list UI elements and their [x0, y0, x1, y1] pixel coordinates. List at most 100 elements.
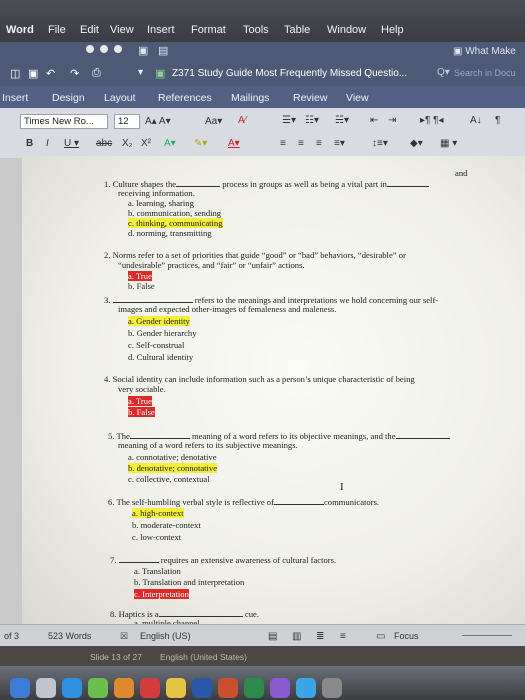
focus-icon[interactable]: ▭: [376, 631, 385, 642]
outdent-icon[interactable]: ⇤: [370, 115, 378, 126]
shading-icon[interactable]: ◆▾: [410, 138, 423, 149]
tab-view[interactable]: View: [346, 92, 369, 104]
undo-icon[interactable]: ↶: [46, 67, 55, 80]
align-right-icon[interactable]: ≡: [316, 138, 322, 149]
top-fragment: and: [455, 168, 468, 178]
text-effects-icon[interactable]: A▾: [164, 138, 176, 149]
zoom-window-button[interactable]: [114, 45, 122, 53]
font-grow-icon[interactable]: A▴ A▾: [145, 116, 171, 127]
tell-me-search[interactable]: ▣ What Make: [453, 46, 516, 57]
answer-option: c. Self-construal: [128, 340, 185, 350]
redo-icon[interactable]: ↷: [70, 67, 79, 80]
multilevel-list-icon[interactable]: ☵▾: [335, 115, 349, 126]
align-center-icon[interactable]: ≡: [298, 138, 304, 149]
underline-button[interactable]: U ▾: [64, 138, 79, 149]
italic-button[interactable]: I: [46, 138, 49, 149]
powerpoint-dock-icon[interactable]: [218, 678, 238, 698]
line-spacing-icon[interactable]: ↕≡▾: [372, 138, 388, 149]
zoom-slider[interactable]: [462, 635, 512, 636]
answer-option: d. norming, transmitting: [128, 228, 212, 238]
language-indicator[interactable]: English (US): [140, 631, 191, 641]
app-store-icon[interactable]: [296, 678, 316, 698]
font-color-icon[interactable]: A▾: [228, 138, 240, 149]
finder-icon[interactable]: [10, 678, 30, 698]
print-layout-icon[interactable]: ▤: [268, 631, 277, 642]
question-number: 5.: [108, 431, 115, 441]
proofing-icon[interactable]: ☒: [120, 631, 128, 642]
question-number: 6.: [108, 497, 115, 507]
paragraph-direction-icon[interactable]: ▸¶ ¶◂: [420, 115, 444, 126]
indent-icon[interactable]: ⇥: [388, 115, 396, 126]
app-menu-word[interactable]: Word: [6, 24, 34, 36]
document-page[interactable]: and 1. Culture shapes the process in gro…: [22, 156, 525, 628]
tab-mailings[interactable]: Mailings: [231, 92, 270, 104]
bold-button[interactable]: B: [26, 138, 33, 149]
document-icon: ▣: [155, 68, 166, 80]
show-formatting-icon[interactable]: ¶: [495, 115, 500, 126]
tab-layout[interactable]: Layout: [104, 92, 136, 104]
menu-edit[interactable]: Edit: [80, 24, 99, 36]
font-size-box[interactable]: 12: [114, 114, 140, 129]
system-preferences-icon[interactable]: [322, 678, 342, 698]
numbering-icon[interactable]: ☷▾: [305, 115, 319, 126]
menu-file[interactable]: File: [48, 24, 66, 36]
customize-toolbar-icon[interactable]: ▾: [138, 67, 143, 78]
excel-dock-icon[interactable]: [244, 678, 264, 698]
web-layout-icon[interactable]: ▥: [292, 631, 301, 642]
save-icon[interactable]: ▣: [138, 44, 148, 57]
justify-icon[interactable]: ≡▾: [334, 138, 345, 149]
photos-icon[interactable]: [114, 678, 134, 698]
messages-icon[interactable]: [88, 678, 108, 698]
notes-icon[interactable]: [166, 678, 186, 698]
launchpad-icon[interactable]: [36, 678, 56, 698]
safari-icon[interactable]: [62, 678, 82, 698]
answer-option: c. low-context: [132, 532, 182, 542]
menu-insert[interactable]: Insert: [147, 24, 175, 36]
page-count[interactable]: of 3: [4, 631, 19, 641]
sort-icon[interactable]: A↓: [470, 115, 482, 126]
menu-table[interactable]: Table: [284, 24, 310, 36]
outline-view-icon[interactable]: ≣: [316, 631, 324, 642]
word-dock-icon[interactable]: [192, 678, 212, 698]
answer-option-highlighted: b. denotative; connotative: [128, 463, 218, 473]
search-document-input[interactable]: Search in Docu: [454, 68, 516, 78]
window-titlebar: ▣ ▤ ▣ What Make: [0, 42, 525, 62]
tab-review[interactable]: Review: [293, 92, 327, 104]
document-canvas: and 1. Culture shapes the process in gro…: [0, 156, 525, 628]
slide-indicator: Slide 13 of 27: [90, 652, 142, 662]
question-number: 7.: [110, 555, 117, 565]
word-count[interactable]: 523 Words: [48, 631, 91, 641]
subscript-button[interactable]: X₂: [122, 138, 133, 149]
minimize-window-button[interactable]: [100, 45, 108, 53]
bullets-icon[interactable]: ☰▾: [282, 115, 296, 126]
close-window-button[interactable]: [86, 45, 94, 53]
highlight-color-icon[interactable]: ✎▾: [194, 138, 207, 149]
menu-help[interactable]: Help: [381, 24, 404, 36]
change-case-icon[interactable]: Aa▾: [205, 116, 222, 127]
tab-references[interactable]: References: [158, 92, 212, 104]
background-language: English (United States): [160, 652, 247, 662]
tab-design[interactable]: Design: [52, 92, 85, 104]
calendar-icon[interactable]: [140, 678, 160, 698]
menu-window[interactable]: Window: [327, 24, 366, 36]
answer-option: b. Translation and interpretation: [134, 577, 245, 587]
menu-view[interactable]: View: [110, 24, 134, 36]
superscript-button[interactable]: X²: [141, 138, 151, 149]
tab-insert[interactable]: Insert: [2, 92, 28, 104]
focus-button[interactable]: Focus: [394, 631, 419, 641]
strikethrough-button[interactable]: abc: [96, 138, 112, 149]
clear-format-icon[interactable]: A⁄: [238, 115, 246, 126]
align-left-icon[interactable]: ≡: [280, 138, 286, 149]
font-name-box[interactable]: Times New Ro...: [20, 114, 108, 129]
itunes-icon[interactable]: [270, 678, 290, 698]
save-doc-icon[interactable]: ▣: [28, 67, 38, 80]
search-icon: Q▾: [437, 67, 450, 78]
question-text: process in groups as well as being a vit…: [222, 179, 387, 189]
draft-view-icon[interactable]: ≡: [340, 631, 346, 642]
print-icon[interactable]: ▤: [158, 44, 168, 57]
borders-icon[interactable]: ▦ ▾: [440, 138, 457, 149]
menu-tools[interactable]: Tools: [243, 24, 269, 36]
menu-format[interactable]: Format: [191, 24, 226, 36]
printer-icon[interactable]: ⎙: [92, 67, 101, 80]
sidebar-toggle-icon[interactable]: ◫: [10, 67, 20, 80]
